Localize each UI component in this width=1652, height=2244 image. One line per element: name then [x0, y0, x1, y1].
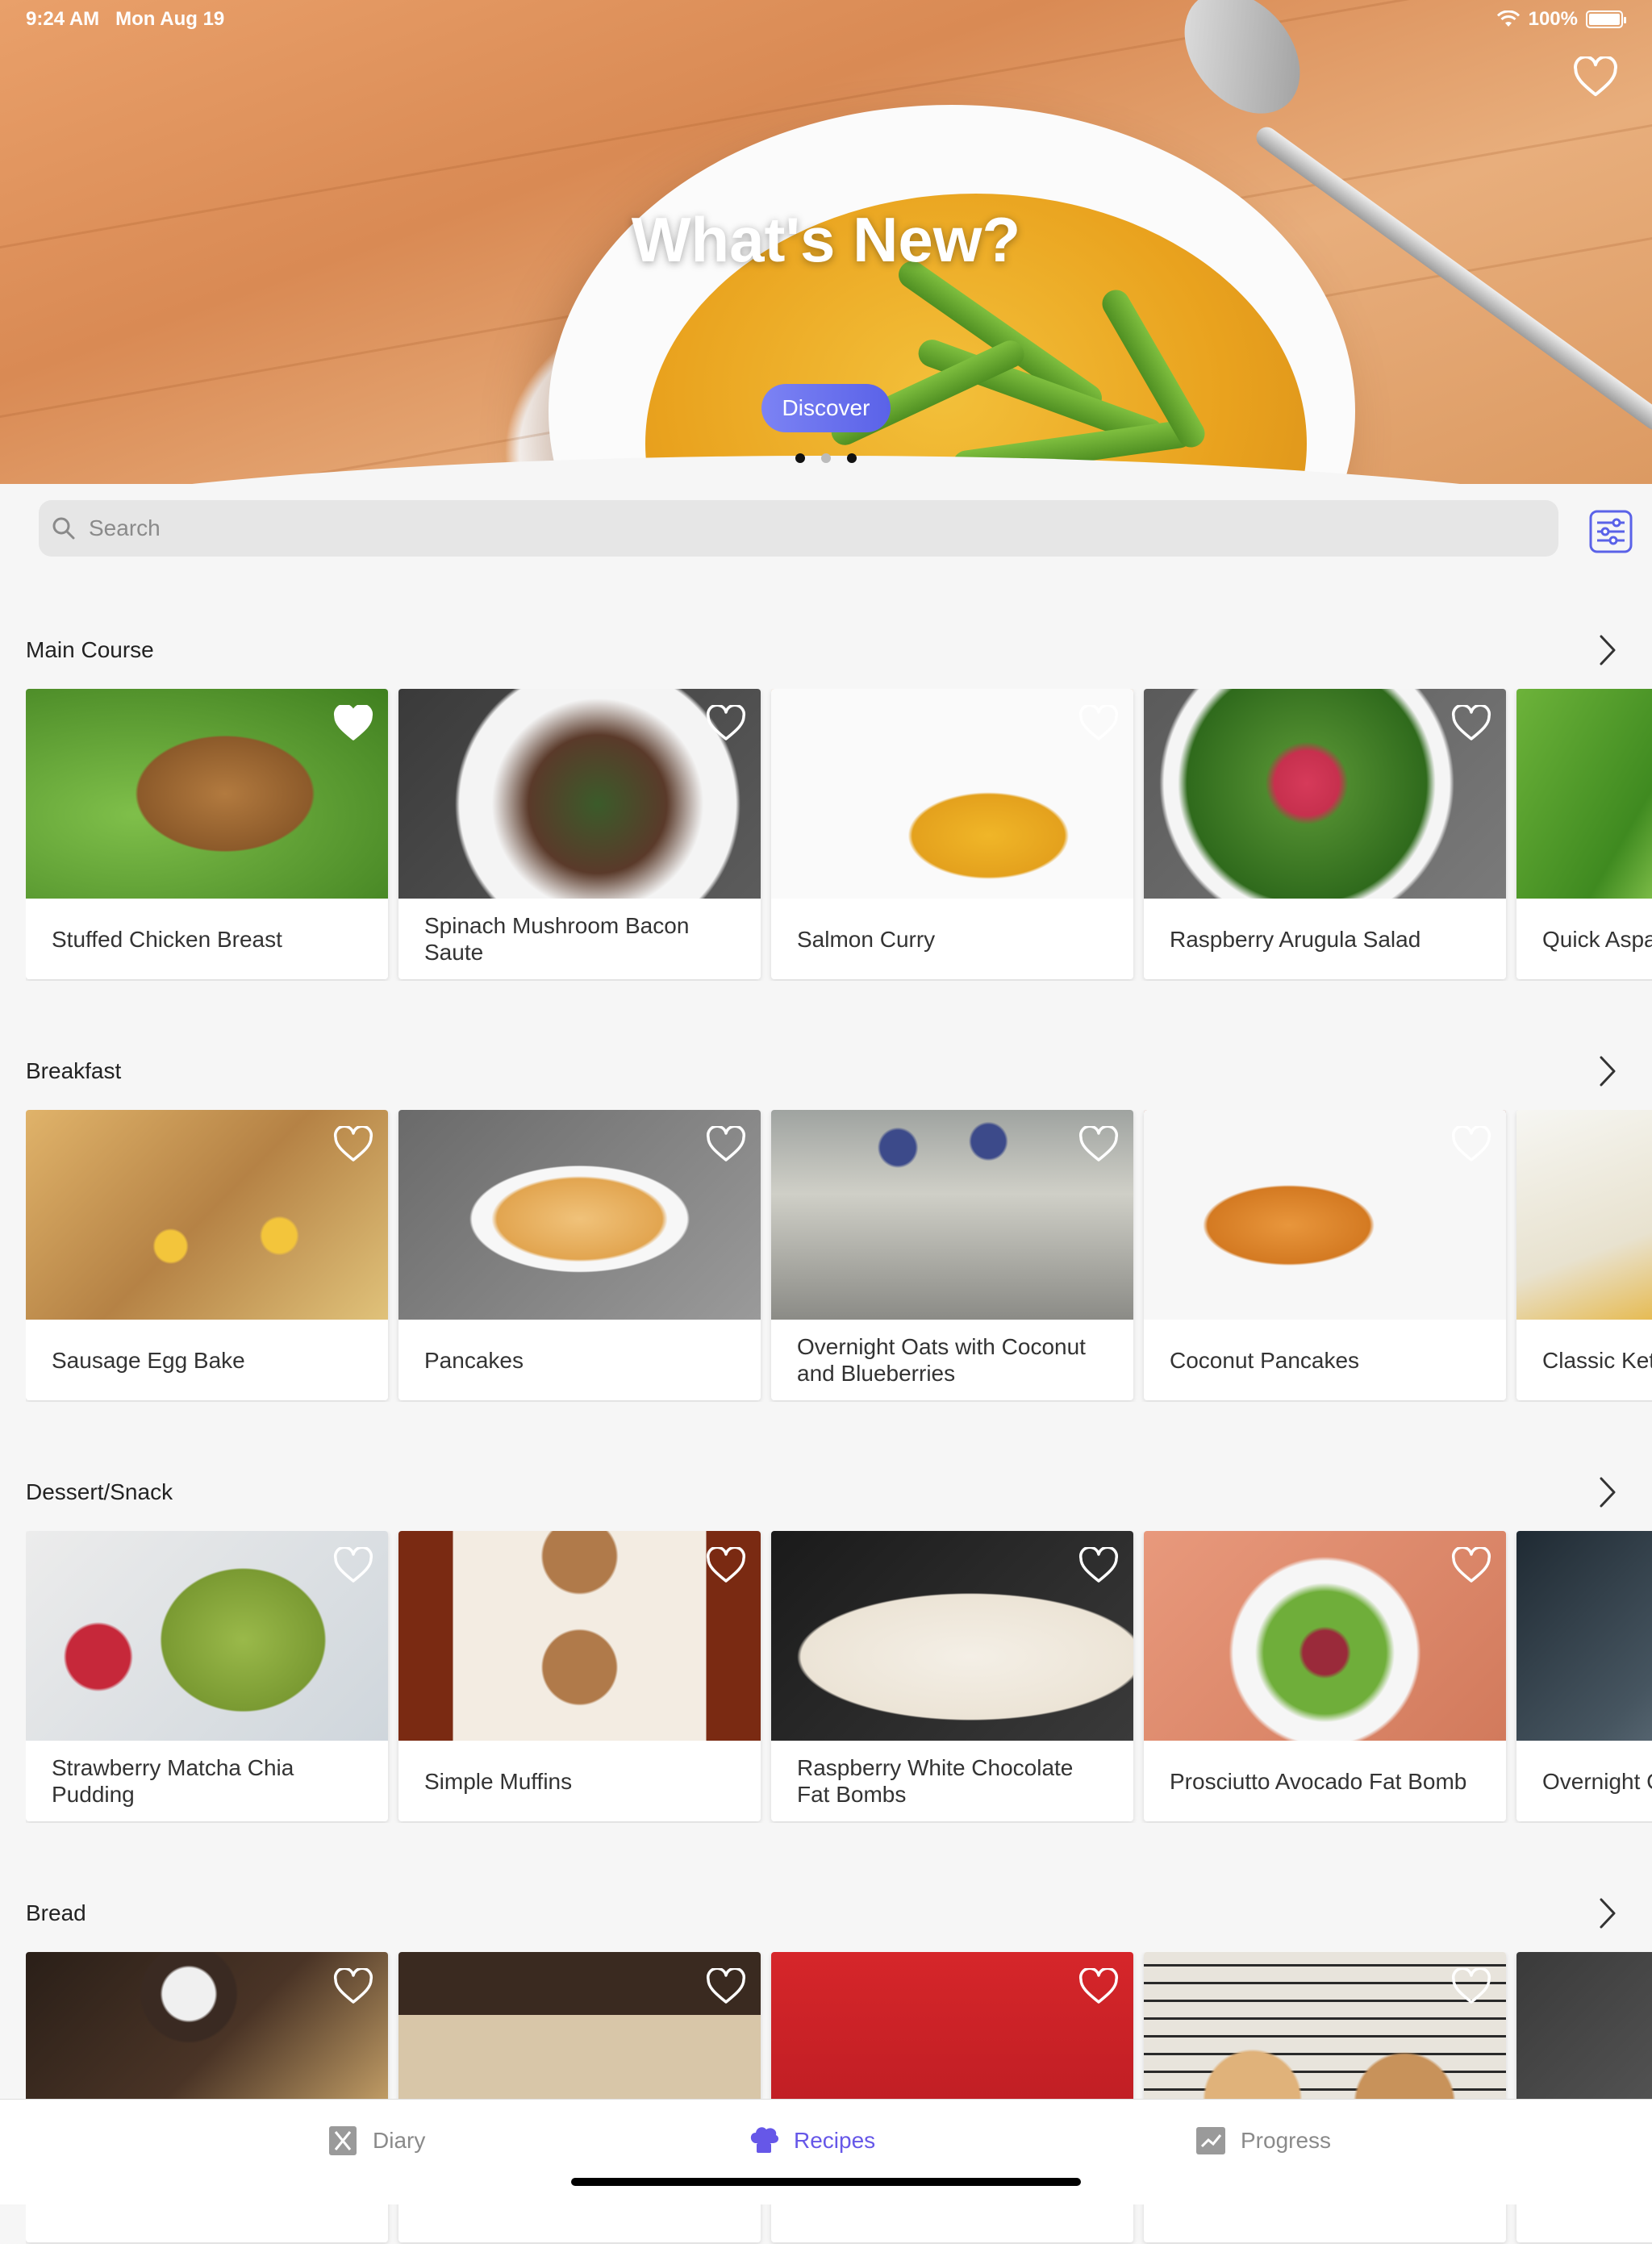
search-input[interactable] — [87, 515, 1462, 542]
recipe-image — [1516, 689, 1652, 899]
recipe-name: Coconut Pancakes — [1170, 1347, 1360, 1373]
recipe-name: Salmon Curry — [797, 926, 936, 952]
heart-filled-icon[interactable] — [333, 705, 373, 742]
recipe-name: Prosciutto Avocado Fat Bomb — [1170, 1768, 1467, 1794]
recipe-name: Simple Muffins — [424, 1768, 573, 1794]
recipe-image — [1516, 1110, 1652, 1320]
filter-icon[interactable] — [1589, 510, 1633, 553]
recipe-card[interactable]: Pancakes — [398, 1110, 761, 1400]
heart-icon[interactable] — [1451, 1126, 1491, 1163]
recipe-card[interactable]: Prosciutto Avocado Fat Bomb — [1144, 1531, 1506, 1821]
heart-icon[interactable] — [1451, 1968, 1491, 2005]
tab-recipes-label: Recipes — [794, 2128, 876, 2153]
recipe-name: Quick Aspa — [1542, 926, 1652, 952]
recipe-card[interactable]: Overnight C and Bluebe — [1516, 1531, 1652, 1821]
recipe-carousel[interactable]: Sausage Egg Bake Pancakes Overnight Oats w… — [26, 1110, 1652, 1402]
tab-diary-label: Diary — [373, 2128, 426, 2153]
recipe-name: Raspberry White Chocolate Fat Bombs — [797, 1755, 1074, 1807]
hero-title: What's New? — [631, 204, 1021, 275]
recipe-image — [1516, 1531, 1652, 1741]
section-title: Main Course — [26, 637, 154, 662]
chevron-right-icon[interactable] — [1597, 1053, 1618, 1089]
page-dot[interactable] — [795, 453, 805, 463]
recipe-name: Overnight C and Bluebe — [1542, 1768, 1652, 1794]
tab-bar: Diary Recipes Progress — [0, 2099, 1652, 2204]
recipe-name: Classic Ket — [1542, 1347, 1652, 1373]
progress-icon — [1196, 2127, 1225, 2154]
tab-progress[interactable]: Progress — [1194, 2124, 1331, 2158]
status-date: Mon Aug 19 — [115, 8, 225, 30]
recipe-name: Sausage Egg Bake — [52, 1347, 245, 1373]
heart-icon[interactable] — [333, 1547, 373, 1584]
tab-diary[interactable]: Diary — [326, 2124, 425, 2158]
recipe-card[interactable]: Overnight Oats with Coconut and Blueberr… — [771, 1110, 1133, 1400]
heart-icon[interactable] — [333, 1968, 373, 2005]
recipe-carousel[interactable]: Stuffed Chicken Breast Spinach Mushroom B… — [26, 689, 1652, 981]
heart-icon[interactable] — [1078, 1126, 1119, 1163]
recipe-card[interactable]: Coconut Pancakes — [1144, 1110, 1506, 1400]
page-indicator[interactable] — [795, 453, 857, 463]
status-time: 9:24 AM — [26, 8, 100, 30]
heart-icon[interactable] — [1451, 705, 1491, 742]
page-dot[interactable] — [847, 453, 857, 463]
page-dot[interactable] — [821, 453, 831, 463]
recipe-card[interactable]: Spinach Mushroom Bacon Saute — [398, 689, 761, 979]
recipe-card[interactable]: Quick Aspa — [1516, 689, 1652, 979]
chevron-right-icon[interactable] — [1597, 1474, 1618, 1510]
recipe-card[interactable]: Simple Muffins — [398, 1531, 761, 1821]
section-title: Bread — [26, 1900, 86, 1925]
heart-icon[interactable] — [1078, 1968, 1119, 2005]
recipe-name: Pancakes — [424, 1347, 524, 1373]
chevron-right-icon[interactable] — [1597, 632, 1618, 668]
section-title: Dessert/Snack — [26, 1479, 173, 1504]
recipe-card[interactable]: Sausage Egg Bake — [26, 1110, 388, 1400]
tab-progress-label: Progress — [1241, 2128, 1332, 2153]
recipe-name: Strawberry Matcha Chia Pudding — [52, 1755, 294, 1807]
heart-icon[interactable] — [706, 705, 746, 742]
recipe-name: Raspberry Arugula Salad — [1170, 926, 1421, 952]
status-bar: 9:24 AM Mon Aug 19 100% — [0, 0, 1652, 39]
search-bar[interactable] — [39, 500, 1558, 557]
recipe-name: Overnight Oats with Coconut and Blueberr… — [797, 1334, 1086, 1386]
favorites-heart-icon[interactable] — [1573, 56, 1618, 98]
recipe-card[interactable]: Strawberry Matcha Chia Pudding — [26, 1531, 388, 1821]
section-title: Breakfast — [26, 1058, 122, 1083]
recipe-card[interactable]: Stuffed Chicken Breast — [26, 689, 388, 979]
home-indicator[interactable] — [571, 2178, 1081, 2186]
heart-icon[interactable] — [1078, 705, 1119, 742]
heart-icon[interactable] — [706, 1547, 746, 1584]
wifi-icon — [1496, 10, 1520, 27]
recipe-card[interactable]: Salmon Curry — [771, 689, 1133, 979]
tab-recipes[interactable]: Recipes — [747, 2124, 875, 2158]
heart-icon[interactable] — [1451, 1547, 1491, 1584]
diary-icon — [329, 2126, 357, 2155]
search-icon — [52, 517, 75, 540]
chef-hat-icon — [750, 2127, 779, 2153]
recipe-name: Stuffed Chicken Breast — [52, 926, 282, 952]
recipe-card[interactable]: Raspberry Arugula Salad — [1144, 689, 1506, 979]
battery-percent: 100% — [1528, 8, 1578, 30]
recipe-carousel[interactable]: Strawberry Matcha Chia Pudding Simple Muf… — [26, 1531, 1652, 1823]
battery-icon — [1586, 10, 1626, 28]
recipe-card[interactable]: Classic Ket — [1516, 1110, 1652, 1400]
heart-icon[interactable] — [1078, 1547, 1119, 1584]
recipe-name: Spinach Mushroom Bacon Saute — [424, 913, 690, 965]
heart-icon[interactable] — [706, 1126, 746, 1163]
discover-button[interactable]: Discover — [761, 384, 891, 432]
chevron-right-icon[interactable] — [1597, 1896, 1618, 1931]
recipe-card[interactable]: Raspberry White Chocolate Fat Bombs — [771, 1531, 1133, 1821]
heart-icon[interactable] — [706, 1968, 746, 2005]
heart-icon[interactable] — [333, 1126, 373, 1163]
